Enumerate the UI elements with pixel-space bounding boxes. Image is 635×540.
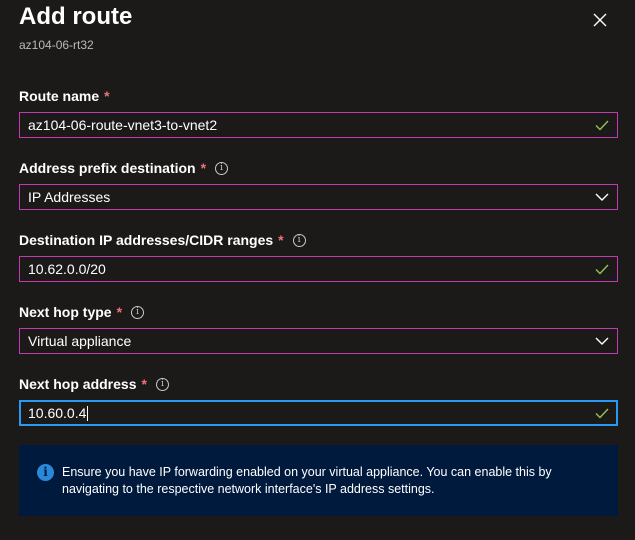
address-prefix-destination-dropdown[interactable]: IP Addresses bbox=[19, 184, 618, 210]
route-name-input[interactable]: az104-06-route-vnet3-to-vnet2 bbox=[19, 112, 618, 138]
next-hop-address-field: Next hop address * i 10.60.0.4 bbox=[19, 374, 618, 426]
required-marker: * bbox=[104, 88, 110, 104]
checkmark-icon bbox=[595, 118, 609, 132]
next-hop-type-label: Next hop type bbox=[19, 304, 112, 320]
close-icon bbox=[593, 13, 607, 27]
destination-ranges-field: Destination IP addresses/CIDR ranges * i… bbox=[19, 230, 618, 282]
next-hop-type-dropdown[interactable]: Virtual appliance bbox=[19, 328, 618, 354]
chevron-down-icon bbox=[595, 334, 609, 348]
required-marker: * bbox=[141, 376, 147, 392]
info-icon[interactable]: i bbox=[215, 161, 229, 175]
info-icon[interactable]: i bbox=[292, 233, 306, 247]
required-marker: * bbox=[116, 304, 123, 320]
route-name-value: az104-06-route-vnet3-to-vnet2 bbox=[28, 117, 218, 133]
next-hop-type-value: Virtual appliance bbox=[28, 333, 132, 349]
notice-text: Ensure you have IP forwarding enabled on… bbox=[62, 465, 552, 496]
chevron-down-icon bbox=[595, 190, 609, 204]
page-title: Add route bbox=[19, 3, 133, 30]
checkmark-icon bbox=[595, 406, 609, 420]
required-marker: * bbox=[278, 232, 284, 248]
route-name-label: Route name bbox=[19, 88, 100, 104]
next-hop-address-label: Next hop address bbox=[19, 376, 137, 392]
required-marker: * bbox=[200, 160, 207, 176]
route-name-field: Route name * az104-06-route-vnet3-to-vne… bbox=[19, 86, 618, 138]
close-button[interactable] bbox=[588, 8, 612, 32]
next-hop-address-input[interactable]: 10.60.0.4 bbox=[19, 400, 618, 426]
destination-ranges-input[interactable]: 10.62.0.0/20 bbox=[19, 256, 618, 282]
address-prefix-destination-field: Address prefix destination * i IP Addres… bbox=[19, 158, 618, 210]
destination-ranges-value: 10.62.0.0/20 bbox=[28, 261, 106, 277]
address-prefix-destination-label: Address prefix destination bbox=[19, 160, 196, 176]
address-prefix-destination-value: IP Addresses bbox=[28, 189, 111, 205]
text-cursor bbox=[87, 406, 89, 422]
page-subtitle: az104-06-rt32 bbox=[19, 38, 94, 52]
info-icon[interactable]: i bbox=[131, 305, 145, 319]
info-icon: i bbox=[37, 464, 54, 481]
checkmark-icon bbox=[595, 262, 609, 276]
info-notice: i Ensure you have IP forwarding enabled … bbox=[19, 445, 618, 516]
info-icon[interactable]: i bbox=[155, 377, 169, 391]
next-hop-type-field: Next hop type * i Virtual appliance bbox=[19, 302, 618, 354]
destination-ranges-label: Destination IP addresses/CIDR ranges bbox=[19, 232, 274, 248]
next-hop-address-value: 10.60.0.4 bbox=[28, 404, 87, 421]
